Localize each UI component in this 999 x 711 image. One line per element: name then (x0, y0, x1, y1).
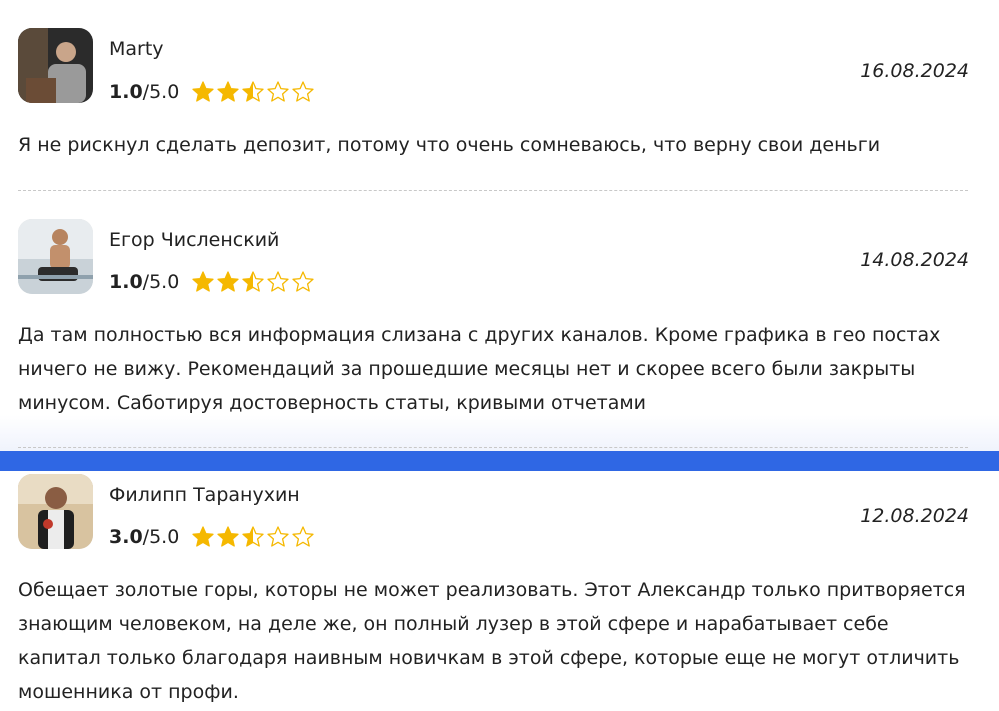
star-half-icon (242, 81, 264, 102)
score: 1.0/5.0 (109, 81, 180, 103)
rating: 1.0/5.0 (109, 78, 315, 106)
fade-overlay (0, 415, 999, 451)
divider (18, 447, 968, 448)
review-text: Обещает золотые горы, которы не может ре… (18, 579, 966, 703)
star-empty-icon (267, 271, 289, 292)
star-full-icon (192, 526, 214, 547)
review-text: Я не рискнул сделать депозит, потому что… (18, 134, 881, 156)
star-full-icon (192, 81, 214, 102)
star-full-icon (217, 81, 239, 102)
review-date: 16.08.2024 (860, 60, 969, 82)
review-date: 14.08.2024 (860, 249, 969, 271)
review-text: Да там полностью вся информация слизана … (18, 324, 941, 414)
star-half-icon (242, 526, 264, 547)
avatar (18, 219, 93, 294)
star-empty-icon (292, 81, 314, 102)
rating: 1.0/5.0 (109, 268, 315, 296)
avatar (18, 28, 93, 103)
star-full-icon (192, 271, 214, 292)
star-empty-icon (267, 526, 289, 547)
star-rating (191, 525, 315, 549)
star-full-icon (217, 271, 239, 292)
star-empty-icon (267, 81, 289, 102)
reviewer-name: Егор Численский (109, 229, 280, 251)
star-empty-icon (292, 526, 314, 547)
reviewer-name: Филипп Таранухин (109, 484, 300, 506)
star-rating (191, 80, 315, 104)
score: 1.0/5.0 (109, 271, 180, 293)
review-date: 12.08.2024 (860, 505, 969, 527)
avatar (18, 474, 93, 549)
star-full-icon (217, 526, 239, 547)
divider (18, 190, 968, 191)
star-rating (191, 270, 315, 294)
score: 3.0/5.0 (109, 526, 180, 548)
scroll-band (0, 451, 999, 471)
star-empty-icon (292, 271, 314, 292)
reviewer-name: Marty (109, 38, 164, 60)
rating: 3.0/5.0 (109, 523, 315, 551)
star-half-icon (242, 271, 264, 292)
